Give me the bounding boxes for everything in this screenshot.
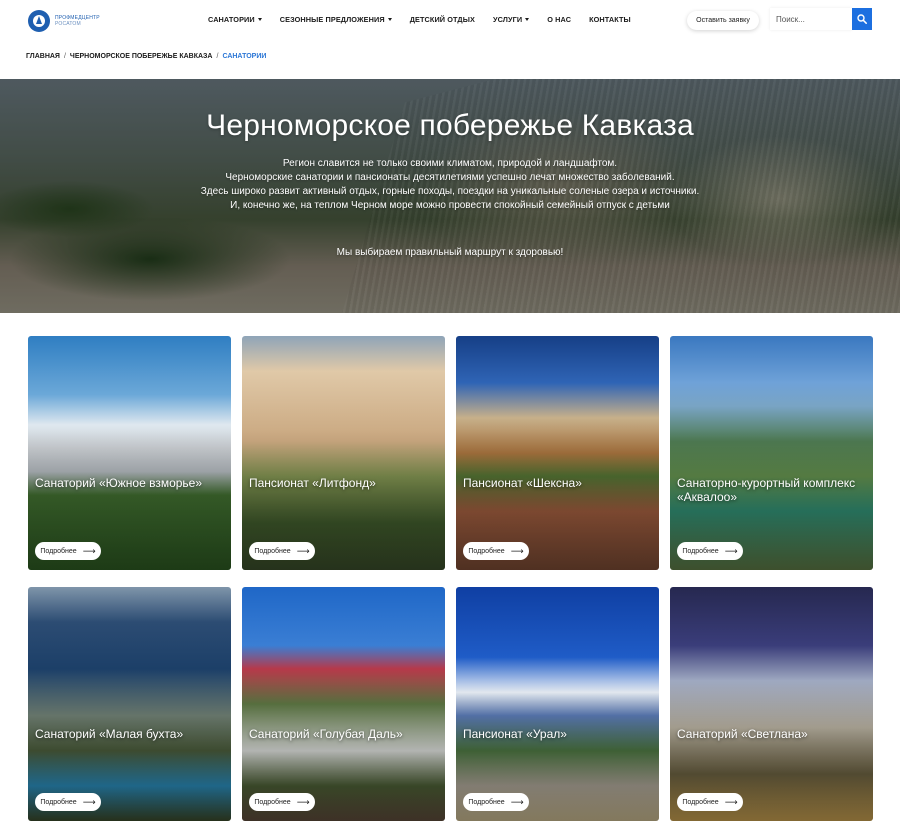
nav-label: СЕЗОННЫЕ ПРЕДЛОЖЕНИЯ [279, 15, 385, 24]
details-button[interactable]: Подробнее ⟶ [463, 542, 529, 560]
nav-label: ДЕТСКИЙ ОТДЫХ [409, 15, 475, 24]
hero-line: Черноморские санатории и пансионаты деся… [225, 172, 675, 183]
logo-line-2: РОСАТОМ [55, 21, 81, 27]
sanatorium-card[interactable]: Санаторий «Малая бухта» Подробнее ⟶ [28, 587, 231, 821]
details-button-label: Подробнее [468, 547, 505, 555]
breadcrumb-current: САНАТОРИИ [222, 53, 267, 60]
details-button-label: Подробнее [40, 547, 77, 555]
details-button[interactable]: Подробнее ⟶ [35, 793, 101, 811]
arrow-right-icon: ⟶ [82, 546, 96, 556]
breadcrumb: ГЛАВНАЯ / ЧЕРНОМОРСКОЕ ПОБЕРЕЖЬЕ КАВКАЗА… [26, 53, 266, 60]
arrow-right-icon: ⟶ [510, 546, 524, 556]
leave-request-button[interactable]: Оставить заявку [687, 11, 759, 30]
chevron-down-icon [257, 18, 262, 21]
arrow-right-icon: ⟶ [724, 797, 738, 807]
nav-item-kids-holidays[interactable]: ДЕТСКИЙ ОТДЫХ [410, 15, 475, 24]
arrow-right-icon: ⟶ [296, 546, 310, 556]
breadcrumb-home[interactable]: ГЛАВНАЯ [26, 53, 60, 60]
card-title: Санаторно-курортный комплекс «Аквалоо» [677, 476, 856, 504]
nav-label: УСЛУГИ [492, 15, 523, 24]
details-button[interactable]: Подробнее ⟶ [677, 793, 743, 811]
details-button[interactable]: Подробнее ⟶ [35, 542, 101, 560]
logo-icon [28, 10, 50, 32]
breadcrumb-region[interactable]: ЧЕРНОМОРСКОЕ ПОБЕРЕЖЬЕ КАВКАЗА [70, 53, 213, 60]
arrow-right-icon: ⟶ [296, 797, 310, 807]
logo[interactable]: ПРОФМЕДЦЕНТР РОСАТОМ [28, 10, 100, 32]
hero-banner: Черноморское побережье Кавказа Регион сл… [0, 79, 900, 313]
details-button[interactable]: Подробнее ⟶ [249, 793, 315, 811]
sanatorium-card[interactable]: Санаторно-курортный комплекс «Аквалоо» П… [670, 336, 873, 570]
arrow-right-icon: ⟶ [510, 797, 524, 807]
card-title: Санаторий «Малая бухта» [35, 727, 184, 741]
nav-item-services[interactable]: УСЛУГИ [492, 15, 530, 24]
search-input[interactable] [770, 8, 852, 30]
sanatorium-card[interactable]: Пансионат «Литфонд» Подробнее ⟶ [242, 336, 445, 570]
sanatorium-card[interactable]: Пансионат «Шексна» Подробнее ⟶ [456, 336, 659, 570]
site-header: ПРОФМЕДЦЕНТР РОСАТОМ САНАТОРИИ СЕЗОННЫЕ … [0, 0, 900, 42]
card-title: Санаторий «Южное взморье» [35, 476, 203, 490]
details-button-label: Подробнее [682, 547, 719, 555]
nav-item-about[interactable]: О НАС [547, 15, 571, 24]
hero-line: Регион славится не только своими климато… [282, 158, 618, 169]
sanatorium-card[interactable]: Санаторий «Южное взморье» Подробнее ⟶ [28, 336, 231, 570]
details-button-label: Подробнее [254, 547, 291, 555]
sanatorium-card[interactable]: Санаторий «Голубая Даль» Подробнее ⟶ [242, 587, 445, 821]
nav-item-contacts[interactable]: КОНТАКТЫ [589, 15, 631, 24]
details-button[interactable]: Подробнее ⟶ [463, 793, 529, 811]
card-title: Пансионат «Литфонд» [249, 476, 376, 490]
nav-item-sanatoria[interactable]: САНАТОРИИ [208, 15, 262, 24]
sanatorium-card[interactable]: Санаторий «Светлана» Подробнее ⟶ [670, 587, 873, 821]
hero-description: Регион славится не только своими климато… [0, 157, 900, 213]
nav-label: САНАТОРИИ [208, 15, 255, 24]
hero-line: И, конечно же, на теплом Черном море мож… [230, 200, 670, 211]
nav-item-seasonal-offers[interactable]: СЕЗОННЫЕ ПРЕДЛОЖЕНИЯ [280, 15, 392, 24]
search-icon [857, 14, 867, 24]
hero-motto: Мы выбираем правильный маршрут к здоровь… [336, 247, 564, 258]
details-button-label: Подробнее [682, 798, 719, 806]
breadcrumb-separator: / [63, 53, 66, 60]
details-button[interactable]: Подробнее ⟶ [677, 542, 743, 560]
hero-line: Здесь широко развит активный отдых, горн… [200, 186, 700, 197]
sanatorium-card[interactable]: Пансионат «Урал» Подробнее ⟶ [456, 587, 659, 821]
arrow-right-icon: ⟶ [724, 546, 738, 556]
card-title: Санаторий «Голубая Даль» [249, 727, 403, 741]
card-title: Санаторий «Светлана» [677, 727, 808, 741]
card-title: Пансионат «Шексна» [463, 476, 582, 490]
details-button-label: Подробнее [468, 798, 505, 806]
nav-label: КОНТАКТЫ [589, 15, 631, 24]
page-title: Черноморское побережье Кавказа [206, 109, 694, 142]
hero-content: Черноморское побережье Кавказа Регион сл… [0, 79, 900, 313]
main-nav: САНАТОРИИ СЕЗОННЫЕ ПРЕДЛОЖЕНИЯ ДЕТСКИЙ О… [208, 15, 649, 24]
arrow-right-icon: ⟶ [82, 797, 96, 807]
details-button-label: Подробнее [40, 798, 77, 806]
chevron-down-icon [525, 18, 530, 21]
card-title: Пансионат «Урал» [463, 727, 567, 741]
details-button[interactable]: Подробнее ⟶ [249, 542, 315, 560]
search-button[interactable] [852, 8, 872, 30]
details-button-label: Подробнее [254, 798, 291, 806]
breadcrumb-separator: / [216, 53, 219, 60]
logo-text: ПРОФМЕДЦЕНТР РОСАТОМ [55, 15, 100, 27]
chevron-down-icon [387, 18, 392, 21]
nav-label: О НАС [547, 15, 572, 24]
